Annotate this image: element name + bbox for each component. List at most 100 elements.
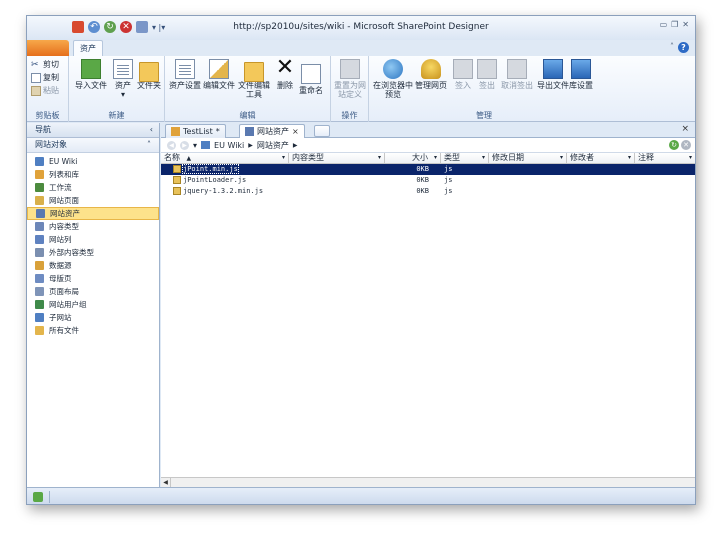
sidebar-item-assets[interactable]: 网站资产 xyxy=(27,207,159,220)
sidebar-item-all-files[interactable]: 所有文件 xyxy=(27,324,159,337)
tab-close-button[interactable]: × xyxy=(292,127,299,136)
filter-dropdown-icon[interactable]: ▾ xyxy=(378,153,381,163)
undo-check-out-label: 取消签出 xyxy=(501,81,533,90)
scroll-left-icon[interactable]: ◀ xyxy=(161,478,171,487)
refresh-icon[interactable]: ↻ xyxy=(669,140,679,150)
back-button[interactable]: ◀ xyxy=(167,140,176,150)
column-header-size[interactable]: 大小 ▾ xyxy=(385,153,441,163)
delete-button[interactable]: ✕ 删除 xyxy=(275,57,295,91)
sidebar-item-subsites[interactable]: 子网站 xyxy=(27,311,159,324)
preview-in-browser-button[interactable]: 在浏览器中预览 xyxy=(373,59,413,99)
sidebar-item-datasource[interactable]: 数据源 xyxy=(27,259,159,272)
sidebar-item-lists[interactable]: 列表和库 xyxy=(27,168,159,181)
column-content-type-label: 内容类型 xyxy=(292,153,324,162)
import-files-button[interactable]: 导入文件 xyxy=(75,59,107,90)
sidebar-item-columns[interactable]: 网站列 xyxy=(27,233,159,246)
edit-file-button[interactable]: 编辑文件 xyxy=(203,59,235,90)
breadcrumb: ◀ ▶ ▾ EU Wiki ▶ 网站资产 ▶ ↻ ✕ xyxy=(161,138,695,153)
table-cell-modified xyxy=(489,164,567,175)
help-icon[interactable]: ? xyxy=(678,42,689,53)
filter-dropdown-icon[interactable]: ▾ xyxy=(560,153,563,163)
cut-button[interactable]: ✂ 剪切 xyxy=(31,59,59,70)
stop-icon[interactable]: ✕ xyxy=(681,140,691,150)
sidebar-item-content-types[interactable]: 内容类型 xyxy=(27,220,159,233)
filter-dropdown-icon[interactable]: ▾ xyxy=(434,153,437,163)
column-header-modified-by[interactable]: 修改者 ▾ xyxy=(567,153,635,163)
sidebar-item-groups[interactable]: 网站用户组 xyxy=(27,298,159,311)
new-tab-button[interactable] xyxy=(314,125,330,137)
sidebar-item-label: 网站用户组 xyxy=(49,300,87,309)
collapse-nav-button[interactable]: ‹ xyxy=(150,123,153,137)
column-header-name[interactable]: 名称 ▲ ▾ xyxy=(161,153,289,163)
home-icon xyxy=(35,157,44,166)
forward-button[interactable]: ▶ xyxy=(180,140,189,150)
file-list: jPoint.min.js 0KB js jPointLoader.js 0KB js jq… xyxy=(161,164,695,197)
check-in-button[interactable]: 签入 xyxy=(453,59,473,90)
admin-page-button[interactable]: 管理网页 xyxy=(415,59,447,90)
breadcrumb-item-site-assets[interactable]: 网站资产 xyxy=(257,140,289,151)
close-pane-button[interactable]: × xyxy=(681,124,689,134)
export-file-button[interactable]: 导出文件 xyxy=(537,59,569,90)
new-asset-button[interactable]: 资产 ▾ xyxy=(113,59,133,99)
file-name[interactable]: jPoint.min.js xyxy=(182,164,239,174)
filter-dropdown-icon[interactable]: ▾ xyxy=(628,153,631,163)
tab-assets[interactable]: 资产 xyxy=(73,40,103,56)
check-out-label: 签出 xyxy=(479,81,495,90)
filter-dropdown-icon[interactable]: ▾ xyxy=(482,153,485,163)
column-header-modified[interactable]: 修改日期 ▾ xyxy=(489,153,567,163)
minimize-ribbon-icon[interactable]: ˄ xyxy=(670,42,674,53)
site-objects-header[interactable]: 网站对象 ˄ xyxy=(27,138,159,153)
table-cell-type: js xyxy=(444,176,453,184)
column-header-content-type[interactable]: 内容类型 ▾ xyxy=(289,153,385,163)
master-page-icon xyxy=(35,274,44,283)
check-out-button[interactable]: 签出 xyxy=(477,59,497,90)
sharepoint-designer-window: ↶ ↻ ✕ ▾ |▾ http://sp2010u/sites/wiki - M… xyxy=(26,15,696,505)
history-dropdown-icon[interactable]: ▾ xyxy=(193,141,197,150)
breadcrumb-item-eu-wiki[interactable]: EU Wiki xyxy=(214,141,244,150)
sidebar-item-home[interactable]: EU Wiki xyxy=(27,155,159,168)
script-file-icon xyxy=(173,187,181,195)
file-name[interactable]: jquery-1.3.2.min.js xyxy=(183,187,263,195)
undo-check-out-button[interactable]: 取消签出 xyxy=(501,59,533,90)
new-folder-button[interactable]: 文件夹 xyxy=(137,59,161,90)
table-row[interactable]: jPointLoader.js 0KB js xyxy=(161,175,695,186)
paste-button[interactable]: 粘贴 xyxy=(31,85,59,96)
tab-testlist[interactable]: TestList * xyxy=(165,124,226,138)
rename-button[interactable]: 重命名 xyxy=(299,59,323,95)
table-cell-comment xyxy=(635,164,695,175)
restore-button[interactable]: ❐ xyxy=(671,20,678,29)
sidebar-item-label: 数据源 xyxy=(49,261,72,270)
unsaved-marker: * xyxy=(215,127,220,136)
sidebar-item-master-page[interactable]: 母版页 xyxy=(27,272,159,285)
content-area: TestList * 网站资产 × × ◀ ▶ ▾ EU Wiki ▶ 网站资产… xyxy=(161,123,695,487)
column-header-type[interactable]: 类型 ▾ xyxy=(441,153,489,163)
filter-dropdown-icon[interactable]: ▾ xyxy=(282,153,285,163)
file-tab[interactable] xyxy=(27,40,69,56)
table-row[interactable]: jPoint.min.js 0KB js xyxy=(161,164,695,175)
clipboard-group-label: 剪贴板 xyxy=(35,111,60,120)
asset-settings-button[interactable]: 资产设置 xyxy=(169,59,201,90)
minimize-button[interactable]: ▭ xyxy=(660,20,668,29)
sidebar-item-page-layout[interactable]: 页面布局 xyxy=(27,285,159,298)
table-cell-type: js xyxy=(444,165,453,173)
reset-to-site-definition-button[interactable]: 重置为网站定义 xyxy=(333,59,367,99)
column-header-comments[interactable]: 注释 ▾ xyxy=(635,153,695,163)
edit-tool-button[interactable]: 文件编辑工具 xyxy=(237,59,271,99)
sidebar-item-external-content[interactable]: 外部内容类型 xyxy=(27,246,159,259)
file-name[interactable]: jPointLoader.js xyxy=(183,176,246,184)
new-group-label: 新建 xyxy=(108,111,125,120)
close-button[interactable]: ✕ xyxy=(682,20,689,29)
sidebar-item-workflow[interactable]: 工作流 xyxy=(27,181,159,194)
paste-label: 粘贴 xyxy=(43,86,59,95)
tab-site-assets-label: 网站资产 xyxy=(257,127,289,136)
subsites-icon xyxy=(35,313,44,322)
horizontal-scrollbar[interactable]: ◀ xyxy=(161,477,695,487)
sidebar-item-pages[interactable]: 网站页面 xyxy=(27,194,159,207)
content-types-icon xyxy=(35,222,44,231)
table-row[interactable]: jquery-1.3.2.min.js 0KB js xyxy=(161,186,695,197)
copy-button[interactable]: 复制 xyxy=(31,72,59,83)
tab-site-assets[interactable]: 网站资产 × xyxy=(239,124,305,138)
filter-dropdown-icon[interactable]: ▾ xyxy=(689,153,692,163)
library-settings-button[interactable]: 库设置 xyxy=(569,59,593,90)
groups-icon xyxy=(35,300,44,309)
